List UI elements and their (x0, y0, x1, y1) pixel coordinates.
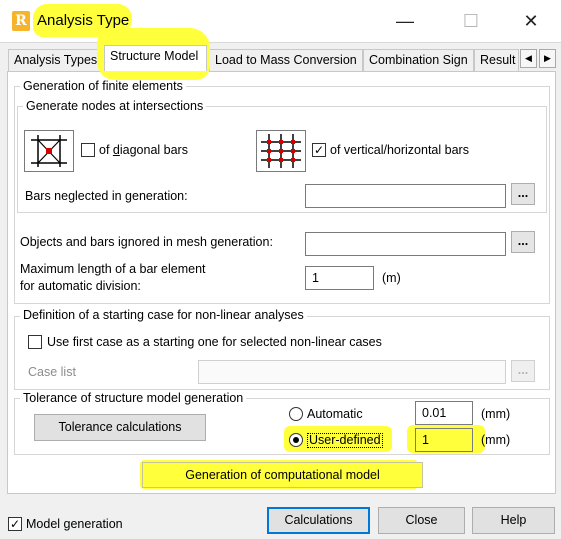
use-first-case-label: Use first case as a starting one for sel… (47, 335, 382, 349)
max-length-unit: (m) (382, 271, 401, 285)
tab-analysis-types[interactable]: Analysis Types (8, 49, 102, 71)
use-first-case-checkbox[interactable] (28, 335, 42, 349)
vertical-horizontal-bars-label: of vertical/horizontal bars (330, 143, 469, 157)
max-length-label-line2: for automatic division: (20, 279, 141, 293)
window-title: Analysis Type (37, 12, 130, 29)
model-generation-checkbox[interactable]: ✓ (8, 517, 22, 531)
diagonal-bars-checkbox[interactable] (81, 143, 95, 157)
user-defined-radio[interactable] (289, 433, 303, 447)
starting-case-title: Definition of a starting case for non-li… (20, 308, 307, 322)
minimize-icon: — (396, 11, 414, 31)
vertical-horizontal-nodes-icon (256, 130, 306, 172)
tab-load-to-mass[interactable]: Load to Mass Conversion (209, 49, 363, 71)
tab-scroll-left-button[interactable]: ◀ (520, 49, 537, 68)
maximize-icon: ☐ (462, 11, 480, 31)
bars-neglected-input[interactable] (305, 184, 506, 208)
arrow-right-icon: ▶ (544, 53, 551, 63)
maximize-button: ☐ (452, 8, 490, 34)
user-defined-label: User-defined (307, 433, 383, 448)
objects-ignored-label: Objects and bars ignored in mesh generat… (20, 235, 273, 249)
diagonal-bars-label: of diagonal bars (99, 143, 188, 157)
automatic-label: Automatic (307, 407, 363, 421)
automatic-radio[interactable] (289, 407, 303, 421)
max-length-label-line1: Maximum length of a bar element (20, 262, 206, 276)
user-defined-tolerance-input[interactable]: 1 (415, 428, 473, 452)
help-button[interactable]: Help (472, 507, 555, 534)
tolerance-calculations-button[interactable]: Tolerance calculations (34, 414, 206, 441)
objects-ignored-browse-button[interactable]: ... (511, 231, 535, 253)
vertical-horizontal-bars-checkbox[interactable]: ✓ (312, 143, 326, 157)
model-generation-label: Model generation (26, 517, 123, 531)
tab-combination-sign[interactable]: Combination Sign (363, 49, 474, 71)
close-icon: ✕ (523, 11, 539, 31)
intersections-title: Generate nodes at intersections (23, 99, 207, 113)
user-defined-unit: (mm) (481, 433, 511, 447)
checkmark-icon: ✓ (313, 143, 325, 157)
arrow-left-icon: ◀ (525, 53, 532, 63)
tolerance-title: Tolerance of structure model generation (20, 391, 247, 405)
checkmark-icon: ✓ (9, 517, 21, 531)
objects-ignored-input[interactable] (305, 232, 506, 256)
automatic-tolerance-input[interactable]: 0.01 (415, 401, 473, 425)
automatic-unit: (mm) (481, 407, 511, 421)
tab-structure-model[interactable]: Structure Model (104, 45, 207, 71)
diagonal-nodes-icon (24, 130, 74, 172)
bars-neglected-label: Bars neglected in generation: (25, 189, 188, 203)
robot-app-icon: R (12, 11, 30, 31)
case-list-input (198, 360, 506, 384)
tab-result[interactable]: Result (474, 49, 519, 71)
close-window-button[interactable]: ✕ (512, 8, 550, 34)
tab-scroll-right-button[interactable]: ▶ (539, 49, 556, 68)
case-list-label: Case list (28, 365, 76, 379)
generation-computational-model-button[interactable]: Generation of computational model (142, 462, 423, 488)
minimize-button[interactable]: — (386, 8, 424, 34)
bars-neglected-browse-button[interactable]: ... (511, 183, 535, 205)
max-length-input[interactable]: 1 (305, 266, 374, 290)
finite-elements-title: Generation of finite elements (20, 79, 186, 93)
close-button[interactable]: Close (378, 507, 465, 534)
case-list-browse-button: ... (511, 360, 535, 382)
calculations-button[interactable]: Calculations (267, 507, 370, 534)
